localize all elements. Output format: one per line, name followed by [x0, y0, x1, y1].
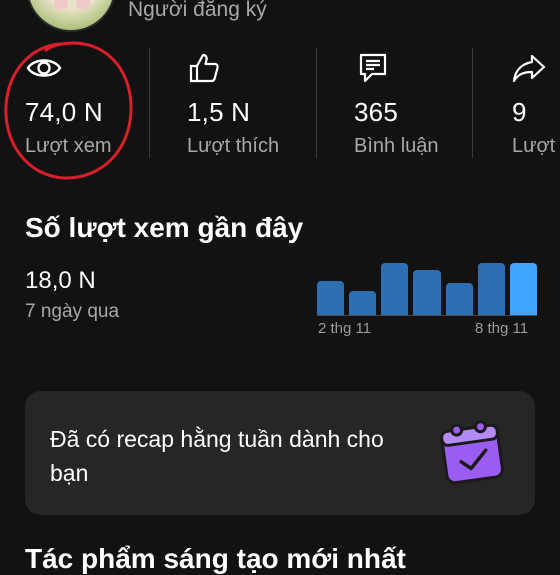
stat-likes-value: 1,5 N: [187, 97, 251, 127]
stat-shares-label: Lượt c: [512, 135, 560, 157]
stat-shares[interactable]: 9 Lượt c: [472, 0, 560, 180]
chart-tick-end: 8 thg 11: [475, 320, 529, 337]
stat-shares-value: 9: [512, 97, 527, 127]
chart-bar: [317, 281, 345, 315]
chart-tick-start: 2 thg 11: [318, 320, 372, 337]
stat-comments[interactable]: 365 Bình luận: [316, 0, 472, 180]
chart-axis: [317, 315, 537, 316]
chart-bar: [445, 282, 473, 315]
recent-views-title: Số lượt xem gần đây: [25, 212, 304, 243]
thumbs-up-icon: [188, 52, 220, 89]
recent-views-value: 18,0 N: [25, 267, 96, 294]
chart-bar: [413, 270, 441, 315]
chart-bar: [381, 263, 409, 315]
weekly-recap-text: Đã có recap hằng tuần dành cho bạn: [50, 426, 384, 486]
stat-comments-label: Bình luận: [354, 135, 439, 157]
comment-icon: [358, 52, 388, 89]
stat-comments-value: 365: [354, 97, 398, 127]
latest-creations-title: Tác phẩm sáng tạo mới nhất: [25, 543, 406, 574]
chart-bar: [477, 263, 505, 315]
chart-bar: [349, 291, 377, 315]
recent-views-period: 7 ngày qua: [25, 301, 120, 322]
stat-likes-label: Lượt thích: [187, 135, 280, 157]
recent-views-chart[interactable]: [317, 245, 537, 315]
chart-bar: [509, 263, 537, 315]
annotation-circle: [4, 41, 133, 180]
stat-likes[interactable]: 1,5 N Lượt thích: [150, 0, 316, 180]
share-icon: [512, 54, 546, 87]
calendar-check-icon: [436, 416, 510, 490]
